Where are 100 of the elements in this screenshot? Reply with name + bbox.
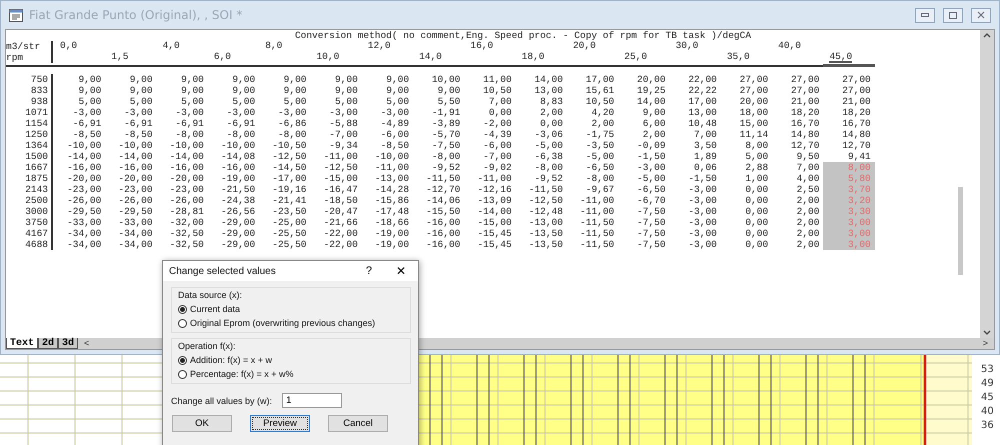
table-cell[interactable]: 5,00 [156,96,208,107]
maximize-button[interactable] [943,8,963,22]
table-cell[interactable]: 15,00 [720,118,772,129]
dialog-button[interactable]: Cancel [328,415,388,432]
minimize-button[interactable] [915,8,935,22]
radio-icon[interactable] [178,356,187,364]
table-cell[interactable]: -3,00 [670,184,721,195]
table-cell[interactable]: -9,34 [310,140,362,151]
table-cell[interactable]: 4,20 [566,107,618,118]
table-cell[interactable]: 0,00 [516,118,567,129]
table-cell[interactable]: 6,00 [618,118,670,129]
table-cell[interactable]: -0,09 [618,140,670,151]
table-cell[interactable]: -6,91 [208,118,260,129]
table-cell[interactable]: -33,00 [105,217,157,228]
table-cell[interactable]: 21,00 [772,96,824,107]
table-cell[interactable]: -13,50 [516,239,567,250]
vertical-scrollbar[interactable] [980,30,994,338]
help-button[interactable]: ? [358,265,380,277]
table-cell[interactable]: -12,50 [310,162,362,173]
table-cell[interactable]: -26,56 [208,206,260,217]
table-cell[interactable]: -25,50 [259,228,310,239]
table-cell[interactable]: 9,00 [259,85,310,96]
table-cell[interactable]: -11,00 [464,173,516,184]
table-cell[interactable]: -23,00 [105,184,157,195]
table-cell[interactable]: 5,00 [720,151,772,162]
table-cell[interactable]: -16,00 [413,217,464,228]
table-cell[interactable]: -13,00 [362,173,414,184]
table-cell[interactable]: -11,00 [566,206,618,217]
table-cell[interactable]: -24,38 [208,195,260,206]
table-cell[interactable]: -14,50 [259,162,310,173]
table-cell[interactable]: -16,00 [413,228,464,239]
table-cell[interactable]: -3,00 [105,107,157,118]
table-cell[interactable]: 8,00 [720,140,772,151]
table-cell[interactable]: -15,00 [310,173,362,184]
table-cell[interactable]: 2,00 [772,239,824,250]
table-cell[interactable]: -3,00 [362,107,414,118]
table-cell[interactable]: 14,80 [772,129,824,140]
table-cell[interactable]: -16,00 [413,239,464,250]
column-label[interactable]: 16,0 [470,41,494,52]
table-cell[interactable]: 9,00 [362,85,414,96]
radio-icon[interactable] [178,370,187,378]
table-cell[interactable]: -12,50 [516,195,567,206]
table-cell[interactable]: 9,00 [105,85,157,96]
table-cell[interactable]: 13,00 [516,85,567,96]
table-cell[interactable]: -3,06 [516,129,567,140]
table-cell[interactable]: 16,70 [772,118,824,129]
column-label[interactable]: 6,0 [214,52,231,63]
table-cell[interactable]: 27,00 [720,74,772,85]
table-cell[interactable]: -23,00 [156,184,208,195]
table-cell[interactable]: -3,00 [208,107,260,118]
table-cell[interactable]: 2,00 [618,129,670,140]
table-cell[interactable]: -1,50 [670,173,721,184]
table-cell[interactable]: -3,00 [670,195,721,206]
table-cell[interactable]: 9,41 [823,151,875,162]
table-cell[interactable]: 5,00 [105,96,157,107]
close-button[interactable]: ✕ [390,264,412,278]
table-cell[interactable]: -14,06 [413,195,464,206]
table-cell[interactable]: -12,16 [464,184,516,195]
table-cell[interactable]: 9,00 [156,85,208,96]
table-cell[interactable]: -32,50 [156,228,208,239]
table-cell[interactable]: 11,14 [720,129,772,140]
table-cell[interactable]: -16,00 [208,162,260,173]
table-cell[interactable]: 9,00 [362,74,414,85]
view-tab[interactable]: Text [6,338,38,349]
table-cell[interactable]: -5,00 [566,151,618,162]
table-cell[interactable]: -26,00 [54,195,106,206]
table-cell[interactable]: 9,00 [208,85,260,96]
table-cell[interactable]: 2,00 [772,228,824,239]
table-cell[interactable]: -8,50 [362,140,414,151]
table-cell[interactable]: -19,00 [362,228,414,239]
table-cell[interactable]: -10,00 [105,140,157,151]
table-cell[interactable]: -7,50 [413,140,464,151]
table-cell[interactable]: -26,00 [156,195,208,206]
table-cell[interactable]: 27,00 [823,85,875,96]
table-cell[interactable]: 27,00 [823,74,875,85]
table-cell[interactable]: -20,00 [156,173,208,184]
table-cell[interactable]: -11,50 [516,184,567,195]
column-label[interactable]: 12,0 [368,41,391,52]
table-cell[interactable]: -3,00 [54,107,106,118]
table-cell[interactable]: -14,00 [54,151,106,162]
table-cell[interactable]: 10,00 [413,74,464,85]
column-label[interactable]: 18,0 [522,52,544,63]
table-cell[interactable]: -25,00 [259,217,310,228]
table-cell[interactable]: -6,91 [156,118,208,129]
table-cell[interactable]: -29,50 [105,206,157,217]
table-cell[interactable]: -33,00 [54,217,106,228]
scroll-down-icon[interactable] [983,330,991,336]
table-cell[interactable]: -1,91 [413,107,464,118]
table-cell[interactable]: -20,00 [54,173,106,184]
table-cell[interactable]: -6,50 [618,184,670,195]
table-cell[interactable]: 11,00 [464,74,516,85]
table-cell[interactable]: 5,00 [208,96,260,107]
table-cell[interactable]: 27,00 [772,74,824,85]
table-cell[interactable]: 5,00 [362,96,414,107]
table-cell[interactable]: 9,00 [54,85,106,96]
table-cell[interactable]: 17,00 [566,74,618,85]
radio-option[interactable]: Original Eprom (overwriting previous changes) [178,317,404,329]
table-cell[interactable]: 5,00 [259,96,310,107]
radio-icon[interactable] [178,318,187,328]
table-cell[interactable]: -15,45 [464,228,516,239]
